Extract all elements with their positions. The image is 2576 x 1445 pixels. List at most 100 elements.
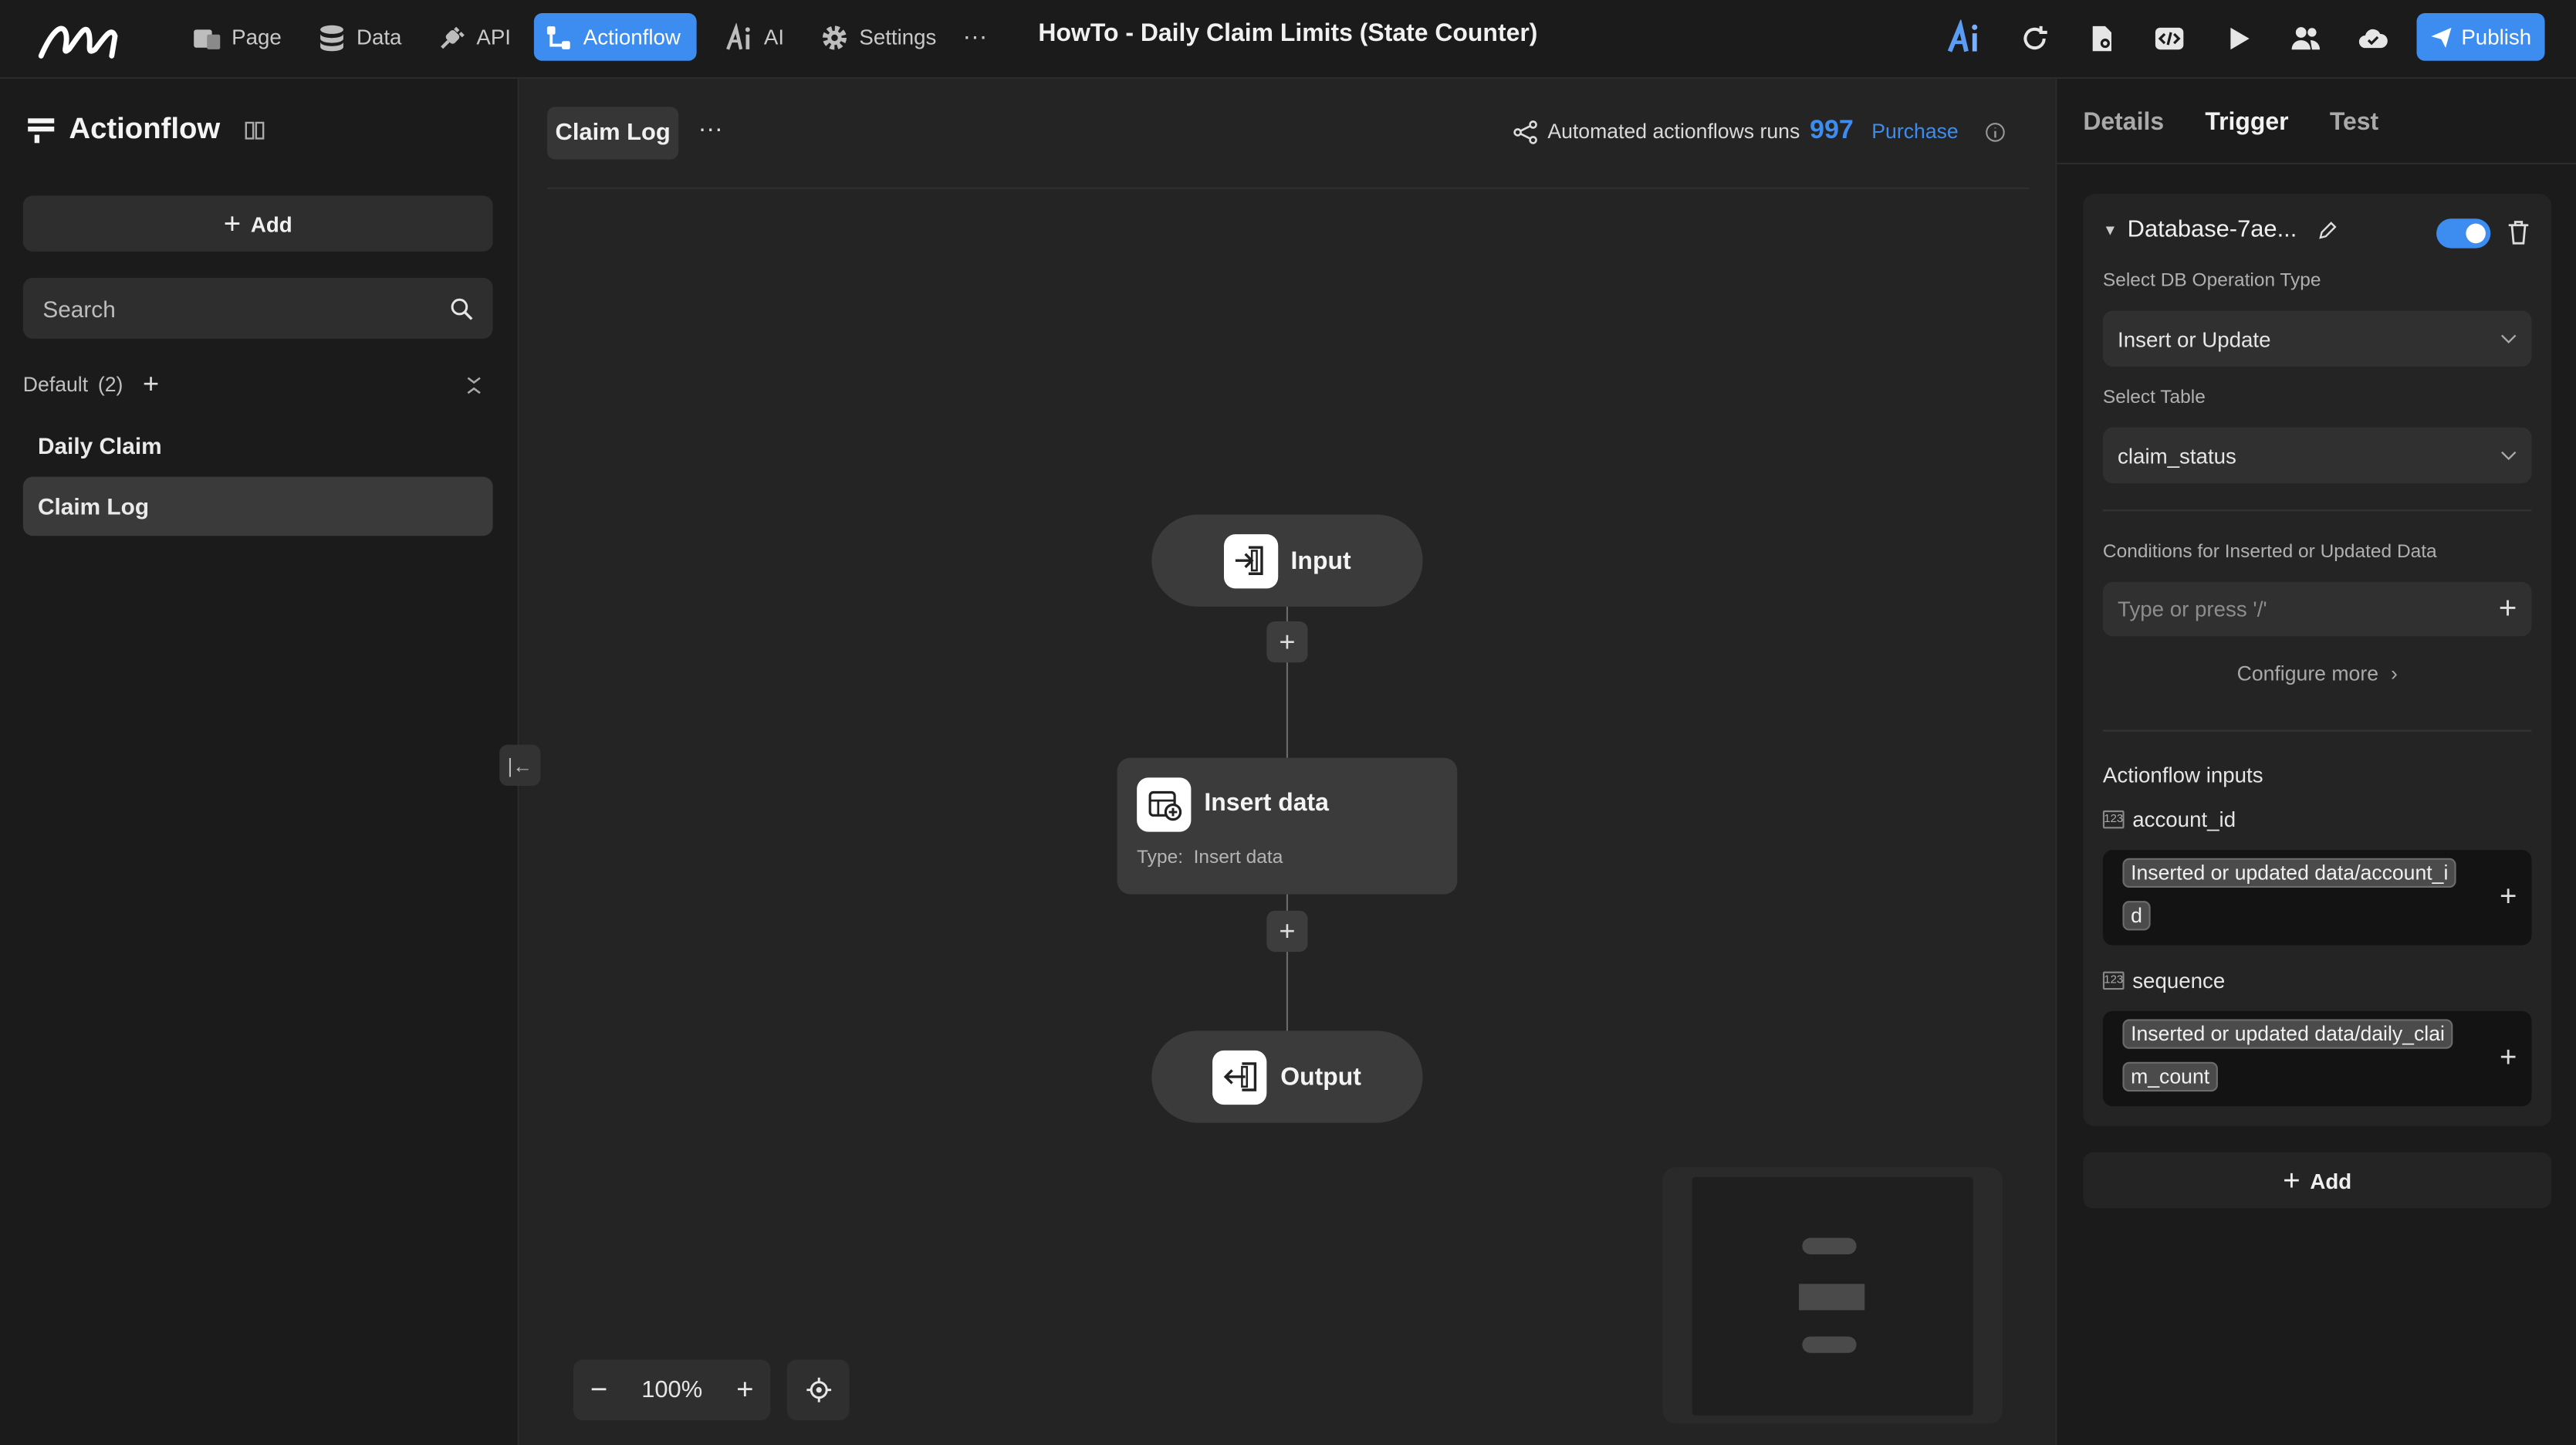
runs-info: Automated actionflows runs 997 Purchase — [1513, 117, 2006, 146]
code-button[interactable] — [2149, 18, 2189, 57]
cloud-button[interactable] — [2352, 18, 2392, 57]
collapse-sidebar-button[interactable]: |← — [499, 744, 541, 786]
insert-data-node[interactable]: Insert data Type: Insert data — [1117, 757, 1458, 895]
share-nodes-icon — [1513, 120, 1537, 144]
value-token[interactable]: Inserted or updated data/account_i — [2122, 858, 2457, 888]
trigger-header[interactable]: ▼ Database-7ae... — [2103, 217, 2338, 243]
info-icon[interactable] — [1985, 121, 2006, 143]
nav-page[interactable]: Page — [182, 13, 291, 61]
nav-ai[interactable]: AI — [715, 13, 794, 61]
table-label: Select Table — [2102, 387, 2206, 408]
add-trigger-label: Add — [2310, 1168, 2352, 1193]
preview-button[interactable] — [2218, 18, 2257, 57]
actionflow-sidebar: Actionflow + Add Search Default (2) + Da… — [0, 79, 519, 1445]
nav-settings[interactable]: Settings — [810, 13, 947, 61]
value-token-continued[interactable]: m_count — [2122, 1061, 2218, 1092]
add-group-item-icon[interactable]: + — [143, 368, 159, 401]
send-icon — [2431, 26, 2452, 47]
flow-canvas[interactable]: Claim Log ··· Automated actionflows runs… — [499, 79, 2054, 1445]
tab-test[interactable]: Test — [2330, 109, 2378, 137]
page-icon — [194, 29, 221, 49]
refresh-icon — [2023, 25, 2047, 49]
configure-more-label: Configure more — [2236, 662, 2379, 686]
login-icon — [1236, 546, 1264, 575]
nav-ai-label: AI — [763, 24, 785, 49]
purchase-link[interactable]: Purchase — [1871, 120, 1958, 143]
value-token[interactable]: Inserted or updated data/daily_clai — [2122, 1019, 2453, 1049]
refresh-button[interactable] — [2014, 18, 2054, 57]
plus-icon: + — [223, 206, 242, 239]
plus-icon: + — [2283, 1162, 2300, 1196]
insert-node-type: Type: Insert data — [1137, 848, 1283, 868]
more-menu-button[interactable]: ··· — [953, 13, 997, 61]
zoom-level: 100% — [641, 1376, 703, 1403]
sidebar-item-claim-log[interactable]: Claim Log — [22, 476, 493, 536]
add-step-button[interactable]: + — [1266, 910, 1308, 953]
input-name-label: sequence — [2132, 968, 2226, 993]
logout-icon — [1223, 1062, 1256, 1091]
file-settings-button[interactable] — [2081, 18, 2121, 57]
conditions-placeholder: Type or press '/' — [2118, 597, 2267, 622]
nav-actionflow[interactable]: Actionflow — [533, 13, 697, 61]
group-header[interactable]: Default (2) + — [23, 368, 493, 401]
play-icon — [2229, 26, 2249, 49]
tab-details[interactable]: Details — [2083, 109, 2164, 137]
ai-assistant-button[interactable] — [1946, 18, 1985, 57]
search-input[interactable]: Search — [22, 277, 493, 339]
zoom-out-button[interactable]: − — [590, 1372, 607, 1407]
input-value-field[interactable]: Inserted or updated data/daily_clai m_co… — [2102, 1010, 2532, 1107]
sidebar-item-label: Daily Claim — [37, 432, 162, 459]
value-token-continued[interactable]: d — [2122, 901, 2151, 931]
input-value-field[interactable]: Inserted or updated data/account_i d + — [2102, 850, 2532, 946]
trigger-enabled-toggle[interactable] — [2436, 218, 2491, 249]
minimap[interactable] — [1662, 1167, 2003, 1424]
conditions-input[interactable]: Type or press '/' + — [2102, 581, 2532, 637]
nav-data[interactable]: Data — [307, 13, 411, 61]
publish-button[interactable]: Publish — [2416, 13, 2545, 61]
pencil-icon[interactable] — [2317, 219, 2338, 241]
book-icon[interactable] — [243, 117, 266, 140]
add-step-button[interactable]: + — [1266, 621, 1308, 663]
add-actionflow-button[interactable]: + Add — [22, 195, 493, 252]
divider — [2102, 509, 2532, 512]
sidebar-item-daily-claim[interactable]: Daily Claim — [23, 416, 493, 475]
add-value-icon[interactable]: + — [2500, 879, 2517, 914]
nav-page-label: Page — [232, 24, 282, 49]
db-operation-select[interactable]: Insert or Update — [2102, 310, 2532, 367]
output-node-label: Output — [1280, 1062, 1361, 1091]
table-select[interactable]: claim_status — [2102, 427, 2532, 484]
trash-icon[interactable] — [2507, 220, 2530, 245]
canvas-tab-claim-log[interactable]: Claim Log — [546, 107, 679, 160]
tab-trigger[interactable]: Trigger — [2205, 109, 2288, 137]
group-count: (2) — [97, 373, 123, 397]
number-type-icon: 123 — [2102, 810, 2125, 829]
nav-api[interactable]: API — [427, 13, 520, 61]
publish-label: Publish — [2461, 24, 2532, 49]
panel-tabs: Details Trigger Test — [2083, 109, 2378, 137]
collapse-icon[interactable] — [465, 376, 482, 394]
users-icon — [2290, 26, 2319, 49]
caret-down-icon[interactable]: ▼ — [2103, 222, 2118, 239]
ai-icon — [726, 22, 750, 49]
logo-icon[interactable] — [36, 16, 122, 63]
input-node[interactable]: Input — [1151, 514, 1423, 607]
number-type-icon: 123 — [2102, 971, 2125, 990]
plug-icon — [441, 25, 465, 49]
configure-more-link[interactable]: Configure more › — [2103, 662, 2532, 685]
insert-node-title: Insert data — [1204, 789, 1329, 817]
db-operation-value: Insert or Update — [2118, 326, 2271, 351]
output-node[interactable]: Output — [1151, 1030, 1423, 1123]
zoom-in-button[interactable]: + — [736, 1372, 753, 1407]
code-icon — [2154, 26, 2183, 49]
add-value-icon[interactable]: + — [2500, 1041, 2517, 1075]
add-condition-icon[interactable]: + — [2499, 591, 2517, 628]
inputs-title: Actionflow inputs — [2102, 763, 2263, 788]
canvas-more-button[interactable]: ··· — [698, 115, 723, 143]
add-trigger-button[interactable]: + Add — [2083, 1152, 2552, 1209]
chevron-right-icon: › — [2390, 662, 2398, 686]
input-name-label: account_id — [2132, 807, 2236, 832]
collaborators-button[interactable] — [2285, 18, 2324, 57]
recenter-button[interactable] — [786, 1359, 850, 1421]
chevron-down-icon — [2501, 333, 2517, 343]
search-placeholder: Search — [42, 295, 116, 322]
